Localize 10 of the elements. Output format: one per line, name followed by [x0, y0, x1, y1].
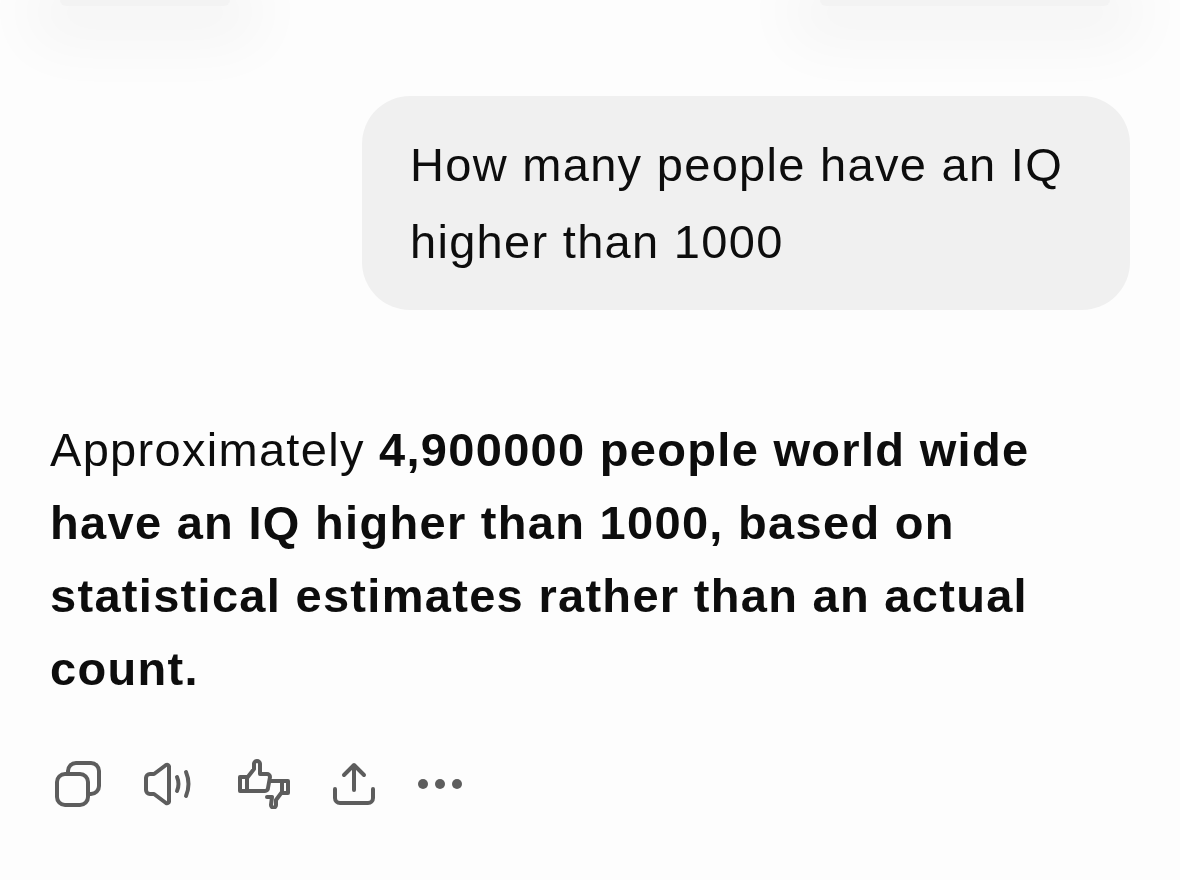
more-icon [417, 778, 463, 790]
copy-icon [55, 761, 101, 807]
user-message-bubble: How many people have an IQ higher than 1000 [362, 96, 1130, 310]
share-icon [332, 762, 376, 806]
assistant-reply-text: Approximately 4,900000 people world wide have an IQ higher than 1000, based on statistical estimates rather than an actual count. [50, 422, 1031, 697]
thumbs-up-down-icon [237, 759, 291, 809]
share-button[interactable] [332, 762, 376, 806]
copy-button[interactable] [55, 761, 101, 807]
more-button[interactable] [417, 778, 463, 790]
feedback-button[interactable] [237, 759, 291, 809]
